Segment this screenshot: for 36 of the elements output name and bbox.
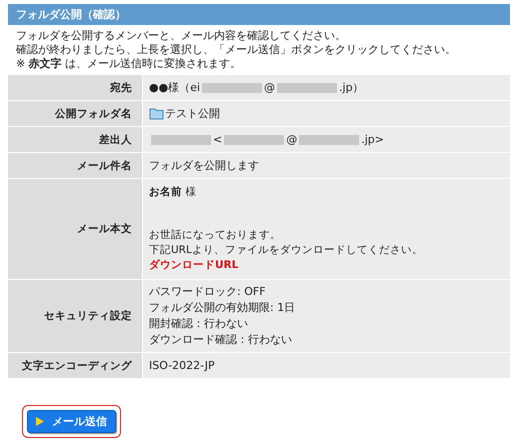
panel-title: フォルダ公開（確認） xyxy=(8,4,510,25)
field-label: 差出人 xyxy=(8,127,143,152)
setting-text: ダウンロード確認：行わない xyxy=(149,332,293,348)
body-text: お名前 様 xyxy=(149,185,196,200)
redacted-block xyxy=(202,82,262,92)
folder-icon xyxy=(149,107,164,120)
send-mail-button[interactable]: メール送信 xyxy=(27,410,116,433)
field-label: 宛先 xyxy=(8,75,143,100)
setting-text: パスワードロック: OFF xyxy=(149,284,267,300)
redacted-block xyxy=(277,82,338,92)
field-label: メール本文 xyxy=(8,179,143,279)
instruction-text: フォルダを公開するメンバーと、メール内容を確認してください。 xyxy=(16,29,347,43)
play-icon xyxy=(36,417,44,426)
field-label: メール件名 xyxy=(8,153,143,178)
redacted-block xyxy=(151,134,211,144)
instruction-text: ※ 赤文字 は、メール送信時に変換されます。 xyxy=(16,57,242,71)
redacted-block xyxy=(224,134,284,144)
redacted-block xyxy=(299,134,360,144)
body-text: お世話になっております。 xyxy=(149,228,281,243)
body-text: ダウンロードURL xyxy=(149,258,238,273)
field-label: 文字エンコーディング xyxy=(8,353,143,378)
field-value: .jp） xyxy=(339,80,364,95)
field-value: フォルダを公開します xyxy=(149,158,259,173)
instruction-text: 確認が終わりましたら、上長を選択し、「メール送信」ボタンをクリックしてください。 xyxy=(16,43,457,57)
field-value: @ xyxy=(264,81,276,94)
field-value: .jp> xyxy=(361,133,384,146)
setting-text: フォルダ公開の有効期限: 1日 xyxy=(149,300,296,316)
field-value: ●●様（ei xyxy=(149,80,200,95)
field-value: テスト公開 xyxy=(165,106,220,121)
field-label: セキュリティ設定 xyxy=(8,280,143,352)
field-label: 公開フォルダ名 xyxy=(8,101,143,126)
setting-text: 開封確認：行わない xyxy=(149,316,249,332)
field-value: ISO-2022-JP xyxy=(149,359,215,372)
body-text: 下記URLより、ファイルをダウンロードしてください。 xyxy=(149,243,423,258)
field-value: @ xyxy=(286,133,298,146)
field-value: < xyxy=(213,133,222,146)
